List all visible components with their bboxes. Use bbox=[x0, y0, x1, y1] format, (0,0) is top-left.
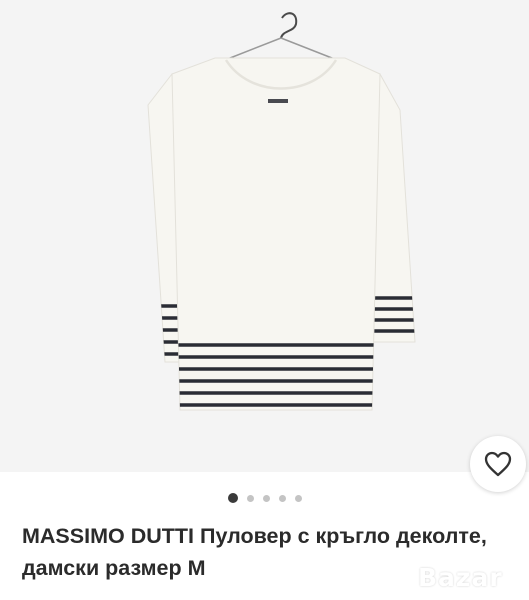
gallery-dot[interactable] bbox=[227, 493, 238, 503]
gallery-dot[interactable] bbox=[294, 494, 302, 502]
favorite-button[interactable] bbox=[470, 436, 526, 492]
gallery-dot[interactable] bbox=[246, 494, 254, 502]
product-brand: MASSIMO DUTTI bbox=[22, 524, 194, 548]
product-photo[interactable] bbox=[0, 0, 529, 472]
hanger bbox=[224, 12, 338, 61]
sweater-image bbox=[147, 12, 416, 411]
gallery-dot[interactable] bbox=[278, 494, 286, 502]
heart-icon bbox=[484, 451, 512, 477]
sweater-body bbox=[171, 57, 381, 411]
bazar-watermark: Bazar bbox=[418, 563, 503, 592]
gallery-pagination bbox=[0, 492, 529, 504]
gallery-dot[interactable] bbox=[262, 494, 270, 502]
